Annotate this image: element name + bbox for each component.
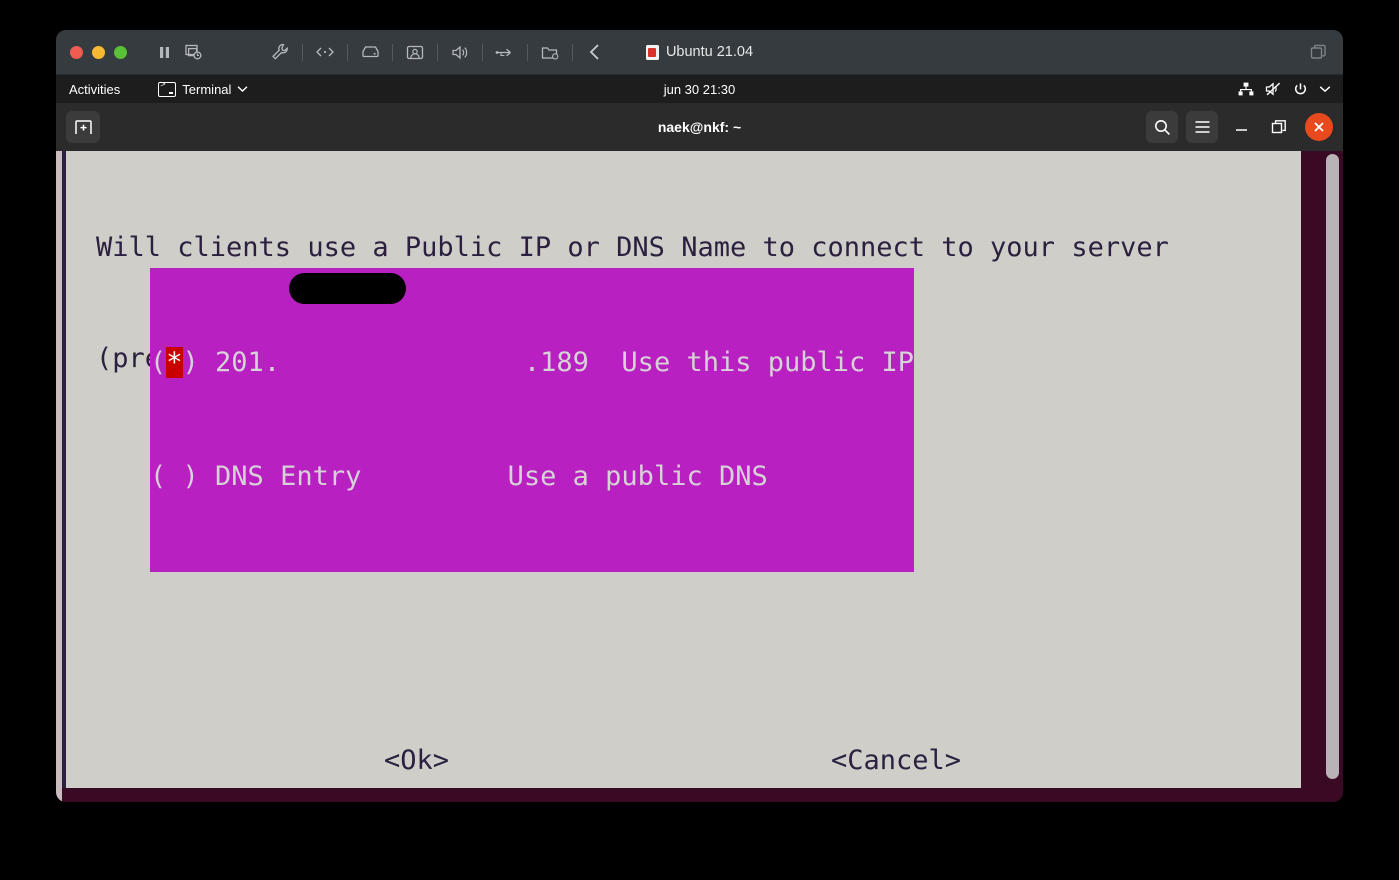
snapshot-icon[interactable] — [179, 38, 209, 66]
scrollbar-thumb[interactable] — [1326, 154, 1339, 779]
radio-option-public-ip-label: 201. .189 Use this public IP — [215, 347, 915, 378]
radio-option-dns-entry[interactable]: ( ) DNS Entry Use a public DNS — [150, 458, 914, 496]
terminal-scrollbar[interactable] — [1311, 151, 1343, 802]
chevron-down-icon — [237, 85, 248, 93]
gnome-clock[interactable]: jun 30 21:30 — [56, 82, 1343, 97]
traffic-lights — [56, 45, 127, 59]
close-window-button[interactable] — [70, 45, 83, 59]
close-icon[interactable] — [1305, 113, 1333, 141]
terminal-header-bar: naek@nkf: ~ — [56, 103, 1343, 151]
network-wired-icon — [1238, 82, 1254, 96]
zoom-window-button[interactable] — [114, 45, 127, 59]
network-icon[interactable] — [310, 38, 340, 66]
app-menu-label: Terminal — [182, 81, 232, 97]
new-tab-icon[interactable] — [66, 111, 100, 143]
minimize-window-button[interactable] — [92, 45, 105, 59]
vm-title-text: Ubuntu 21.04 — [665, 44, 754, 60]
back-chevron-icon[interactable] — [580, 38, 610, 66]
ok-button[interactable]: <Ok> — [384, 745, 449, 776]
minimize-icon[interactable] — [1226, 112, 1256, 142]
toolbar-divider — [437, 43, 438, 61]
whiptail-dialog: Will clients use a Public IP or DNS Name… — [62, 151, 1301, 788]
cancel-button[interactable]: <Cancel> — [831, 745, 961, 776]
vm-toolbar-icons — [127, 38, 610, 66]
volume-muted-icon — [1265, 82, 1282, 96]
vm-toolbar: Ubuntu 21.04 — [56, 30, 1343, 75]
toolbar-divider — [527, 43, 528, 61]
radio-option-public-ip[interactable]: (*) 201. .189 Use this public IP — [150, 273, 915, 382]
gnome-top-bar: Activities Terminal jun 30 21:30 — [56, 75, 1343, 103]
power-icon — [1293, 82, 1308, 97]
pause-icon[interactable] — [149, 38, 179, 66]
maximize-icon[interactable] — [1264, 112, 1294, 142]
radio-option-list: (*) 201. .189 Use this public IP ( ) DNS… — [150, 268, 915, 572]
system-tray[interactable] — [1238, 82, 1331, 97]
shared-folder-icon[interactable] — [535, 38, 565, 66]
radio-unselected-marker — [166, 461, 182, 492]
vm-window: Ubuntu 21.04 Activities Terminal jun 30 … — [56, 30, 1343, 802]
vm-file-icon — [645, 44, 659, 60]
chevron-down-icon — [1319, 85, 1331, 93]
disk-icon[interactable] — [355, 38, 385, 66]
display-icon[interactable] — [400, 38, 430, 66]
toolbar-divider — [347, 43, 348, 61]
toolbar-divider — [392, 43, 393, 61]
activities-button[interactable]: Activities — [56, 82, 120, 97]
hamburger-menu-icon[interactable] — [1186, 111, 1218, 143]
redaction-bar — [289, 273, 406, 304]
tools-icon[interactable] — [265, 38, 295, 66]
search-icon[interactable] — [1146, 111, 1178, 143]
radio-option-dns-entry-label: DNS Entry Use a public DNS — [215, 461, 768, 492]
usb-icon[interactable] — [490, 38, 520, 66]
terminal-app-icon — [158, 80, 177, 97]
terminal-body: Will clients use a Public IP or DNS Name… — [56, 151, 1343, 802]
dialog-question-line1: Will clients use a Public IP or DNS Name… — [96, 232, 1169, 263]
restore-window-icon[interactable] — [1310, 44, 1327, 61]
toolbar-divider — [572, 43, 573, 61]
toolbar-divider — [302, 43, 303, 61]
radio-selected-marker: * — [166, 347, 183, 378]
sound-icon[interactable] — [445, 38, 475, 66]
toolbar-divider — [482, 43, 483, 61]
terminal-window-controls — [1146, 111, 1333, 143]
app-menu-terminal[interactable]: Terminal — [158, 80, 248, 97]
